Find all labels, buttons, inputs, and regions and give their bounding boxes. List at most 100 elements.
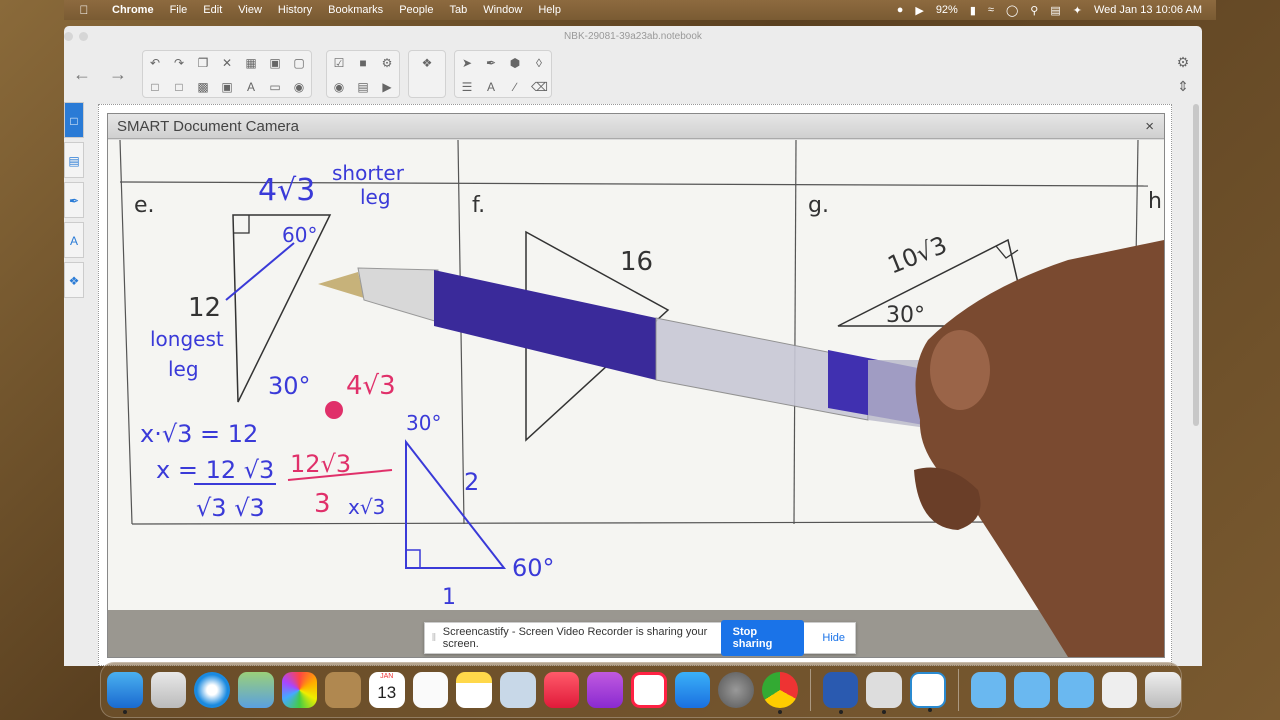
gray-box-icon[interactable]: ■ (355, 56, 371, 70)
hide-button[interactable]: Hide (812, 632, 855, 644)
mic-icon[interactable]: ● (897, 4, 904, 16)
notes-icon[interactable] (456, 672, 492, 708)
line-tool-icon[interactable]: ∕ (507, 80, 523, 94)
wifi-icon[interactable]: ≈ (988, 4, 994, 16)
table-icon[interactable]: ▦ (243, 56, 259, 70)
reminders-icon[interactable] (412, 672, 449, 708)
new-page-icon[interactable]: □ (147, 80, 163, 94)
settings-box-icon[interactable]: ⚙ (379, 56, 395, 70)
photos-icon[interactable] (281, 672, 318, 708)
pen-icon[interactable]: ✒ (483, 56, 499, 70)
scroll-thumb[interactable] (1193, 104, 1199, 426)
gear-icon[interactable]: ⚙ (1172, 51, 1194, 73)
siri-icon[interactable]: ✦ (1073, 4, 1082, 17)
document-camera-panel[interactable]: SMART Document Camera × e. f. g. h 4√3 s… (107, 113, 1165, 658)
select-arrow-icon[interactable]: ➤ (459, 56, 475, 70)
menu-help[interactable]: Help (530, 4, 569, 16)
snapshot-icon[interactable]: ◉ (331, 80, 347, 94)
downloads-folder-icon[interactable] (1057, 672, 1094, 708)
contacts-icon[interactable] (325, 672, 361, 708)
menu-window[interactable]: Window (475, 4, 530, 16)
clone-icon[interactable]: ❐ (195, 56, 211, 70)
close-icon[interactable]: × (1145, 114, 1154, 139)
documents-folder-icon[interactable] (970, 672, 1007, 708)
close-window-button[interactable] (64, 32, 73, 41)
minimize-window-button[interactable] (79, 32, 88, 41)
apple-icon[interactable]:  (64, 3, 104, 17)
applications-folder-icon[interactable] (1014, 672, 1050, 708)
display-icon[interactable]: ▭ (267, 80, 283, 94)
camera-feed: e. f. g. h 4√3 shorter leg 60° 12 longes… (108, 140, 1164, 657)
word-icon[interactable] (822, 672, 859, 714)
preview-icon[interactable] (499, 672, 536, 708)
document-camera-icon[interactable] (866, 672, 902, 714)
menu-people[interactable]: People (391, 4, 441, 16)
podcasts-icon[interactable] (587, 672, 623, 708)
menu-app-name[interactable]: Chrome (104, 4, 162, 16)
paste-icon[interactable]: ▣ (219, 80, 235, 94)
text-tool-icon[interactable]: A (483, 80, 499, 94)
camera-icon[interactable]: ◉ (291, 80, 307, 94)
video-icon[interactable]: ▶ (379, 80, 395, 94)
eraser-icon[interactable]: ⌫ (531, 80, 548, 94)
launchpad-icon[interactable] (150, 672, 187, 708)
chrome-icon[interactable] (761, 672, 798, 714)
e-equation-1: x·√3 = 12 (140, 420, 258, 448)
fill-icon[interactable]: ◊ (531, 56, 547, 70)
system-preferences-icon[interactable] (718, 672, 754, 708)
finder-icon[interactable] (107, 672, 143, 714)
open-icon[interactable]: □ (171, 80, 187, 94)
e-side-value: 4√3 (258, 173, 315, 208)
gallery-tab[interactable]: ▤ (64, 142, 84, 178)
menu-view[interactable]: View (230, 4, 270, 16)
play-icon[interactable]: ▶ (915, 4, 923, 17)
menu-file[interactable]: File (162, 4, 196, 16)
shape-icon[interactable]: ⬢ (507, 56, 523, 70)
undo-icon[interactable]: ↶ (147, 56, 163, 70)
attachments-tab[interactable]: ✒ (64, 182, 84, 218)
status-area: ● ▶ 92% ▮ ≈ ◯ ⚲ ▤ ✦ Wed Jan 13 10:06 AM (897, 4, 1216, 17)
maps-icon[interactable] (237, 672, 274, 708)
calendar-icon[interactable]: JAN 13 (368, 672, 405, 708)
page-sorter-tab[interactable]: □ (64, 102, 84, 138)
drag-handle-icon[interactable]: ‖ (425, 632, 443, 644)
problem-f-label: f. (472, 193, 485, 218)
battery-icon[interactable]: ▮ (970, 4, 976, 17)
properties-tab[interactable]: A (64, 222, 84, 258)
font-tool-icon[interactable]: A (243, 80, 259, 94)
menu-history[interactable]: History (270, 4, 320, 16)
user-icon[interactable]: ◯ (1006, 4, 1018, 17)
clock[interactable]: Wed Jan 13 10:06 AM (1094, 4, 1202, 16)
checkbox-icon[interactable]: ☑ (331, 56, 347, 70)
window-controls (64, 32, 88, 41)
e-red-answer: 4√3 (346, 371, 396, 401)
menu-edit[interactable]: Edit (195, 4, 230, 16)
menu-bookmarks[interactable]: Bookmarks (320, 4, 391, 16)
app-store-icon[interactable] (674, 672, 711, 708)
screencastify-icon[interactable] (1101, 672, 1138, 708)
window-title: NBK-29081-39a23ab.notebook (564, 31, 702, 42)
puzzle-icon[interactable]: ❖ (419, 56, 435, 70)
back-arrow-icon[interactable]: ← (64, 64, 100, 85)
control-center-icon[interactable]: ▤ (1050, 4, 1060, 17)
addons-tab[interactable]: ❖ (64, 262, 84, 298)
news-icon[interactable] (630, 672, 667, 708)
stop-sharing-button[interactable]: Stop sharing (720, 620, 805, 656)
notebook-icon[interactable] (909, 672, 946, 712)
document-icon[interactable]: ▤ (355, 80, 371, 94)
delete-icon[interactable]: ✕ (219, 56, 235, 70)
save-icon[interactable]: ▩ (195, 80, 211, 94)
screen-shade-icon[interactable]: ▣ (267, 56, 283, 70)
redo-icon[interactable]: ↷ (171, 56, 187, 70)
trash-icon[interactable] (1145, 672, 1181, 708)
music-icon[interactable] (543, 672, 580, 708)
spotlight-icon[interactable]: ⚲ (1030, 4, 1038, 17)
menu-tab[interactable]: Tab (441, 4, 475, 16)
properties-icon[interactable]: ☰ (459, 80, 475, 94)
capture-icon[interactable]: ▢ (291, 56, 307, 70)
safari-icon[interactable] (194, 672, 230, 708)
forward-arrow-icon[interactable]: → (100, 64, 136, 85)
vertical-scrollbar[interactable] (1188, 100, 1202, 660)
toolbar-position-icon[interactable]: ⇕ (1172, 75, 1194, 97)
camera-title-bar[interactable]: SMART Document Camera × (108, 114, 1164, 139)
